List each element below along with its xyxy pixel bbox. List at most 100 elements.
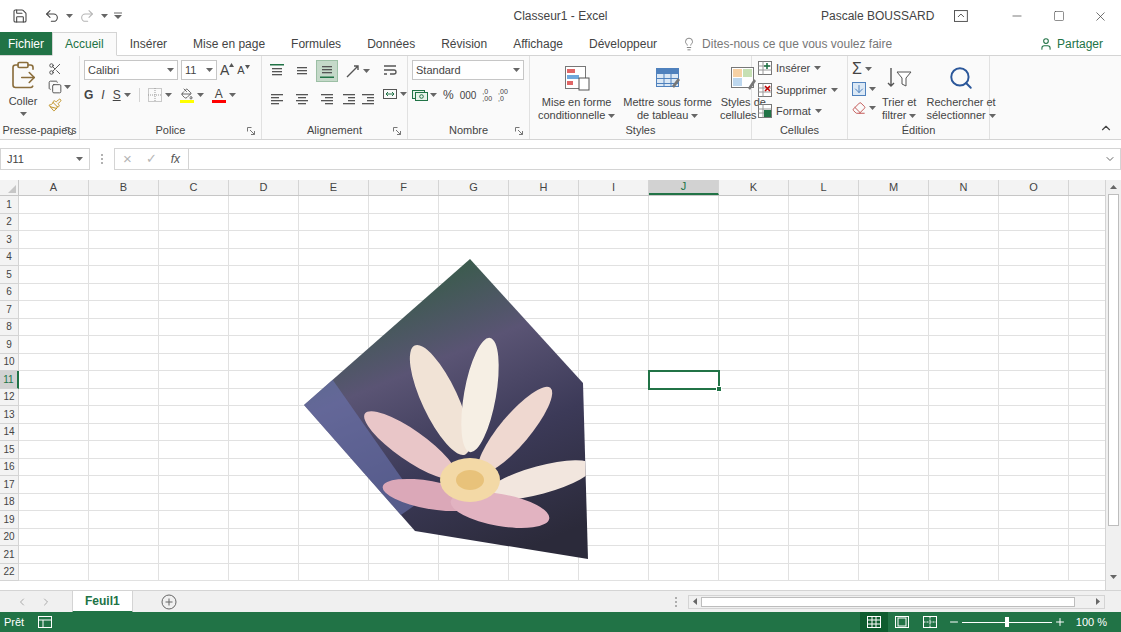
cell[interactable] <box>789 389 859 407</box>
cell[interactable] <box>929 371 999 389</box>
close-button[interactable] <box>1079 9 1121 24</box>
cell[interactable] <box>859 231 929 249</box>
cell[interactable] <box>299 476 369 494</box>
cell[interactable] <box>719 284 789 302</box>
wrap-text-icon[interactable] <box>382 62 398 78</box>
cell[interactable] <box>999 389 1069 407</box>
align-right-icon[interactable] <box>319 91 335 107</box>
cell[interactable] <box>509 424 579 442</box>
cell[interactable] <box>719 424 789 442</box>
cell[interactable] <box>789 424 859 442</box>
increase-indent-icon[interactable] <box>360 91 376 107</box>
cell[interactable] <box>719 476 789 494</box>
cell[interactable] <box>229 371 299 389</box>
cell[interactable] <box>89 529 159 547</box>
cell[interactable] <box>719 301 789 319</box>
cell[interactable] <box>859 266 929 284</box>
cell[interactable] <box>299 389 369 407</box>
dropdown-caret-icon[interactable] <box>909 114 916 118</box>
cell[interactable] <box>299 494 369 512</box>
number-format-select[interactable]: Standard <box>412 60 524 80</box>
cell[interactable] <box>229 214 299 232</box>
cell[interactable] <box>719 196 789 214</box>
cell[interactable] <box>999 441 1069 459</box>
row-header[interactable]: 13 <box>0 406 19 424</box>
cell[interactable] <box>649 494 719 512</box>
cell[interactable] <box>859 546 929 564</box>
cell[interactable] <box>19 354 89 372</box>
cell[interactable] <box>439 231 509 249</box>
cell[interactable] <box>859 424 929 442</box>
cell[interactable] <box>89 441 159 459</box>
column-header[interactable]: J <box>649 180 719 195</box>
cell[interactable] <box>89 476 159 494</box>
row-header[interactable]: 16 <box>0 459 19 477</box>
cell[interactable] <box>229 319 299 337</box>
column-header[interactable]: A <box>19 180 89 195</box>
cell[interactable] <box>929 476 999 494</box>
cell[interactable] <box>999 564 1069 582</box>
cell[interactable] <box>789 231 859 249</box>
cell[interactable] <box>439 371 509 389</box>
column-header[interactable]: B <box>89 180 159 195</box>
cell[interactable] <box>649 354 719 372</box>
cell[interactable] <box>369 266 439 284</box>
vertical-scrollbar[interactable] <box>1105 180 1121 590</box>
column-header[interactable]: O <box>999 180 1069 195</box>
clear-icon[interactable] <box>852 101 866 115</box>
cell[interactable] <box>929 196 999 214</box>
cancel-button[interactable]: × <box>123 148 132 171</box>
cell[interactable] <box>579 424 649 442</box>
cell[interactable] <box>229 249 299 267</box>
cell[interactable] <box>789 406 859 424</box>
cell[interactable] <box>89 354 159 372</box>
cell[interactable] <box>509 284 579 302</box>
cell[interactable] <box>999 476 1069 494</box>
insert-function-button[interactable]: fx <box>171 150 180 168</box>
cell[interactable] <box>859 196 929 214</box>
row-header[interactable]: 4 <box>0 249 19 267</box>
cell[interactable] <box>19 441 89 459</box>
dropdown-caret-icon[interactable] <box>66 14 73 18</box>
row-header[interactable]: 18 <box>0 494 19 512</box>
cell[interactable] <box>509 249 579 267</box>
dialog-launcher-icon[interactable] <box>515 127 523 135</box>
cell[interactable] <box>89 406 159 424</box>
cell[interactable] <box>19 249 89 267</box>
cell[interactable] <box>159 459 229 477</box>
cell[interactable] <box>369 494 439 512</box>
cell[interactable] <box>789 441 859 459</box>
cell[interactable] <box>509 231 579 249</box>
cell[interactable] <box>789 319 859 337</box>
cell[interactable] <box>579 529 649 547</box>
cell[interactable] <box>579 336 649 354</box>
cell[interactable] <box>229 389 299 407</box>
cell[interactable] <box>999 354 1069 372</box>
cell[interactable] <box>299 336 369 354</box>
cell[interactable] <box>509 546 579 564</box>
cell[interactable] <box>859 214 929 232</box>
cell[interactable] <box>159 529 229 547</box>
maximize-button[interactable] <box>1038 10 1080 22</box>
ribbon-tab[interactable]: Accueil <box>52 32 117 56</box>
cell[interactable] <box>719 494 789 512</box>
enter-button[interactable]: ✓ <box>146 149 157 169</box>
dialog-launcher-icon[interactable] <box>393 127 401 135</box>
cell[interactable] <box>439 336 509 354</box>
cell[interactable] <box>929 354 999 372</box>
cell[interactable] <box>719 266 789 284</box>
ribbon-tab[interactable]: Insérer <box>117 32 180 56</box>
dropdown-caret-icon[interactable] <box>101 14 108 18</box>
previous-sheet-icon[interactable] <box>16 596 28 608</box>
format-cells-button[interactable]: Format <box>758 103 838 120</box>
cell[interactable] <box>999 371 1069 389</box>
customize-toolbar-icon[interactable] <box>114 12 122 20</box>
cell[interactable] <box>439 266 509 284</box>
cell[interactable] <box>579 459 649 477</box>
cell[interactable] <box>929 266 999 284</box>
cell[interactable] <box>19 319 89 337</box>
dropdown-caret-icon[interactable] <box>64 85 71 89</box>
format-painter-icon[interactable] <box>48 98 62 112</box>
cell[interactable] <box>649 564 719 582</box>
row-header[interactable]: 2 <box>0 214 19 232</box>
